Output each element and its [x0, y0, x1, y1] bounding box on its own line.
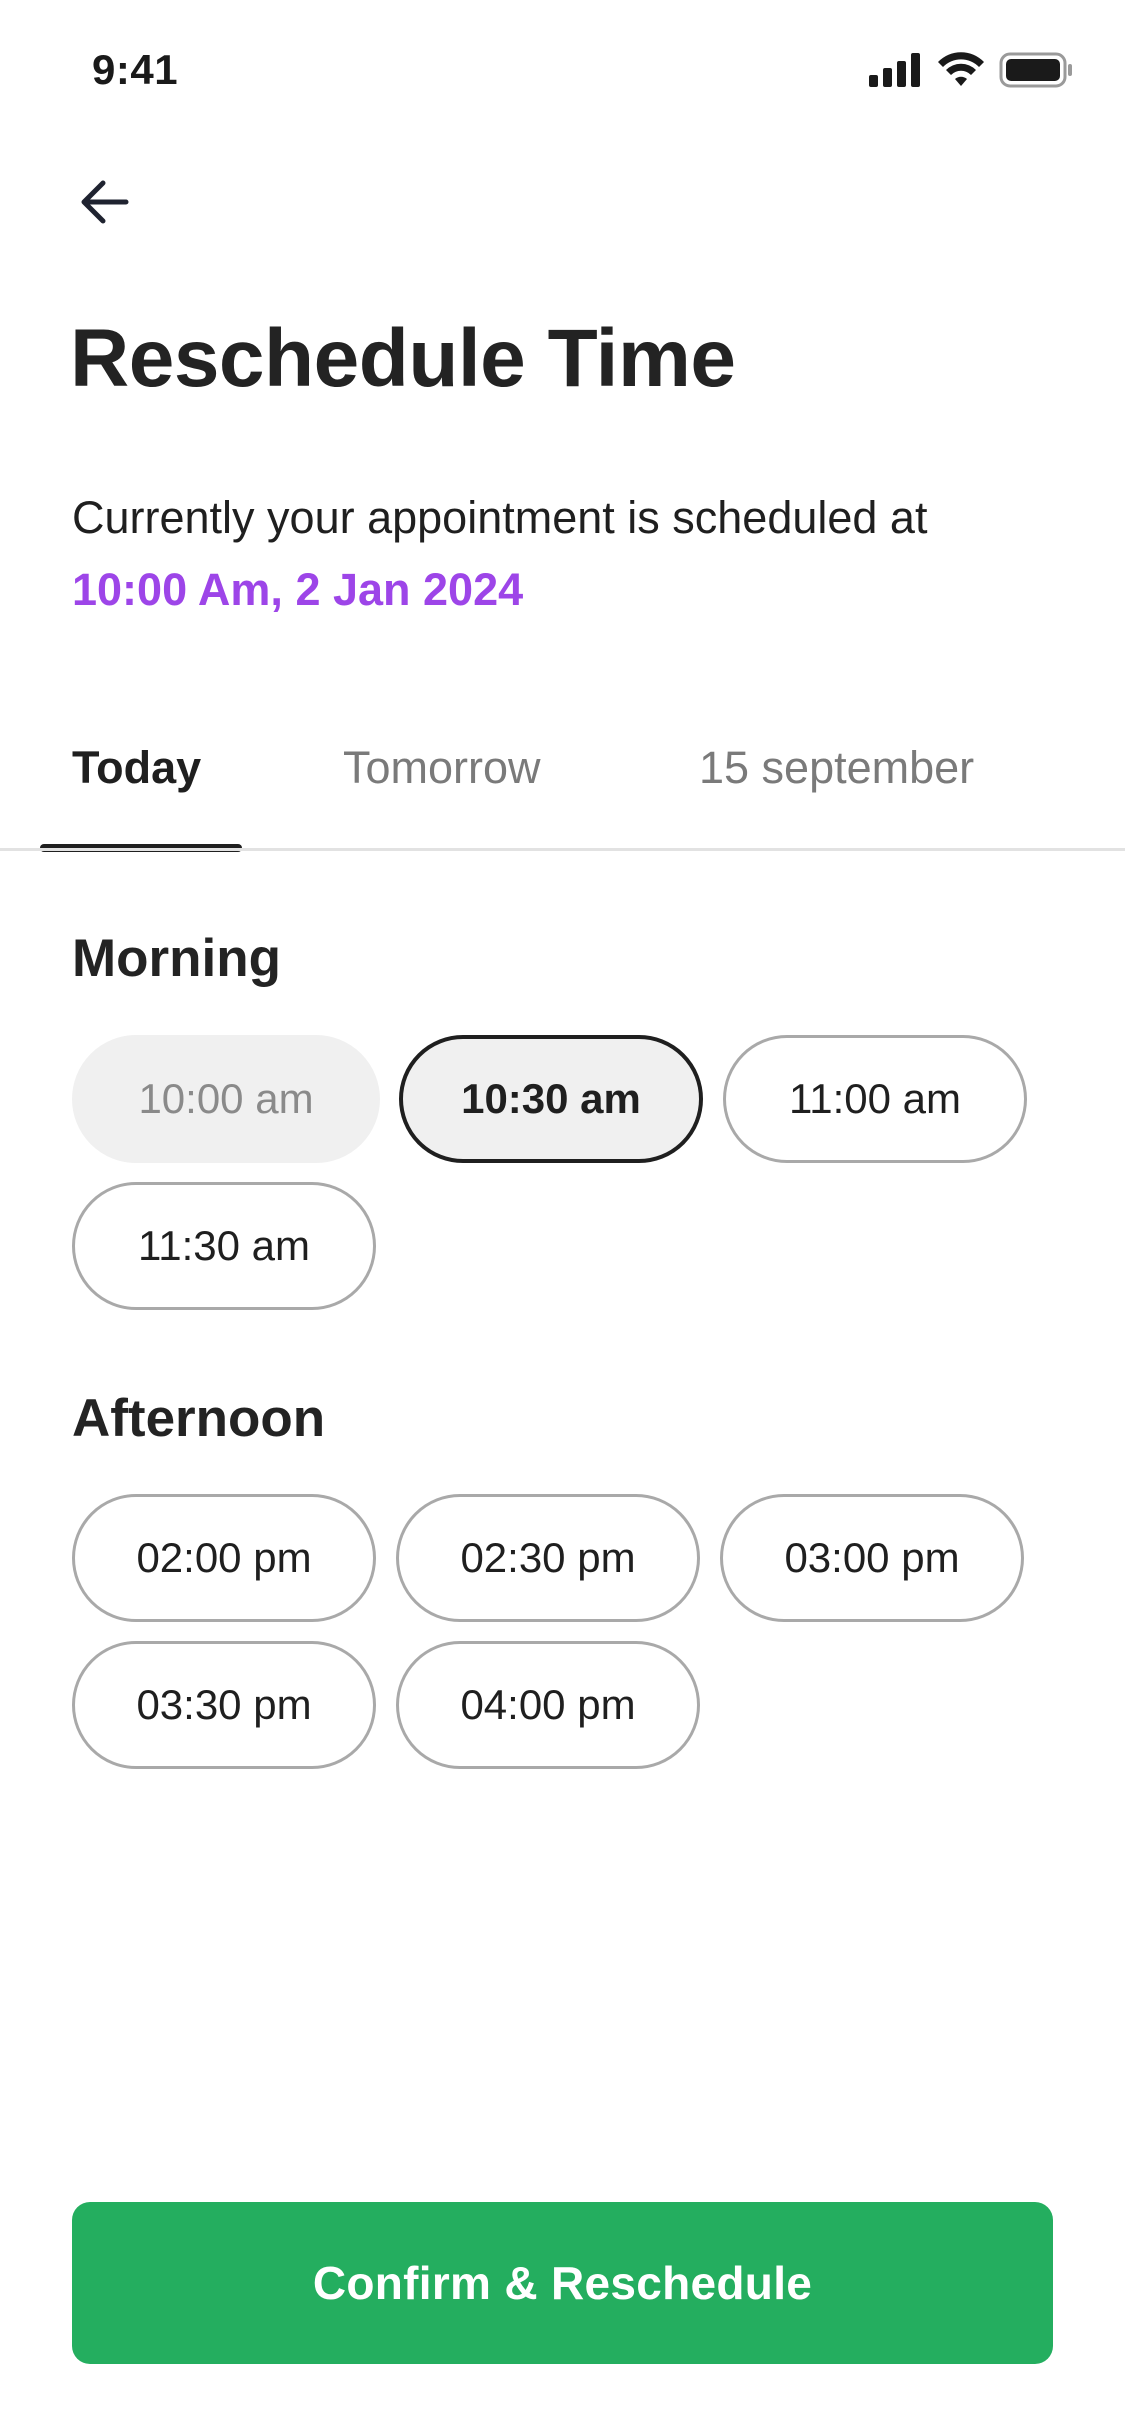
time-slot[interactable]: 11:00 am: [723, 1035, 1027, 1163]
confirm-reschedule-button[interactable]: Confirm & Reschedule: [72, 2202, 1053, 2364]
time-slot[interactable]: 04:00 pm: [396, 1641, 700, 1769]
time-slot[interactable]: 02:30 pm: [396, 1494, 700, 1622]
tabs-divider: [0, 848, 1125, 851]
time-slot-selected[interactable]: 10:30 am: [399, 1035, 703, 1163]
time-slot[interactable]: 03:00 pm: [720, 1494, 1024, 1622]
time-slot[interactable]: 11:30 am: [72, 1182, 376, 1310]
current-appointment-datetime: 10:00 Am, 2 Jan 2024: [72, 564, 524, 615]
time-slot[interactable]: 02:00 pm: [72, 1494, 376, 1622]
tab-tomorrow[interactable]: Tomorrow: [343, 742, 541, 794]
wifi-icon: [937, 52, 985, 93]
status-time: 9:41: [92, 46, 179, 93]
status-bar: 9:41: [0, 0, 1125, 140]
appointment-info: Currently your appointment is scheduled …: [72, 482, 1032, 626]
tab-today[interactable]: Today: [72, 742, 201, 794]
tab-15-september[interactable]: 15 september: [699, 742, 974, 794]
time-slot-disabled: 10:00 am: [72, 1035, 380, 1163]
afternoon-section-title: Afternoon: [72, 1389, 326, 1448]
time-slot[interactable]: 03:30 pm: [72, 1641, 376, 1769]
battery-icon: [999, 52, 1073, 93]
date-tabs: Today Tomorrow 15 september: [0, 730, 1125, 852]
arrow-left-icon: [76, 174, 132, 235]
morning-section-title: Morning: [72, 929, 281, 988]
appointment-info-text: Currently your appointment is scheduled …: [72, 492, 928, 543]
signal-icon: [869, 53, 923, 92]
page-title: Reschedule Time: [70, 313, 736, 404]
status-icons: [869, 52, 1073, 93]
back-button[interactable]: [72, 172, 136, 236]
